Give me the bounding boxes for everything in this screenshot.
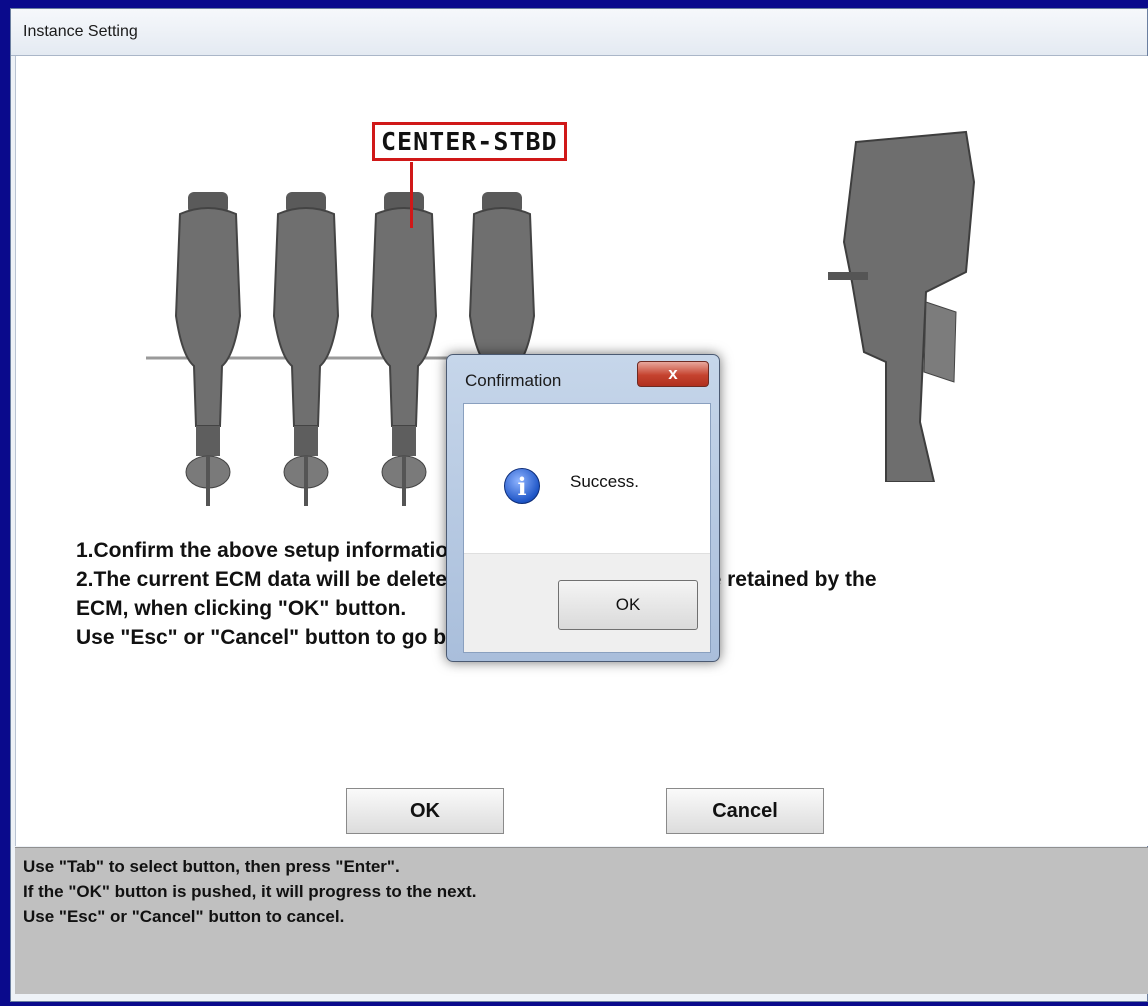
- dialog-title: Confirmation: [465, 371, 562, 390]
- cancel-button[interactable]: Cancel: [666, 788, 824, 834]
- title-bar[interactable]: Instance Setting: [11, 9, 1147, 56]
- confirmation-dialog: Confirmation x i Success. OK: [446, 354, 720, 662]
- engine-position-label: CENTER-STBD: [372, 122, 567, 161]
- help-line: Use "Tab" to select button, then press "…: [23, 857, 400, 876]
- ok-button[interactable]: OK: [346, 788, 504, 834]
- engine-side-illustration: [828, 130, 976, 482]
- dialog-body: i Success. OK: [463, 403, 711, 653]
- close-icon: x: [668, 364, 678, 383]
- help-line: If the "OK" button is pushed, it will pr…: [23, 882, 477, 901]
- dialog-message: Success.: [570, 472, 639, 491]
- label-pointer-line: [410, 162, 413, 228]
- close-button[interactable]: x: [637, 361, 709, 387]
- help-line: Use "Esc" or "Cancel" button to cancel.: [23, 907, 345, 926]
- dialog-ok-button[interactable]: OK: [558, 580, 698, 630]
- window-title: Instance Setting: [23, 23, 138, 40]
- info-icon: i: [504, 468, 540, 504]
- help-status-bar: Use "Tab" to select button, then press "…: [15, 847, 1148, 994]
